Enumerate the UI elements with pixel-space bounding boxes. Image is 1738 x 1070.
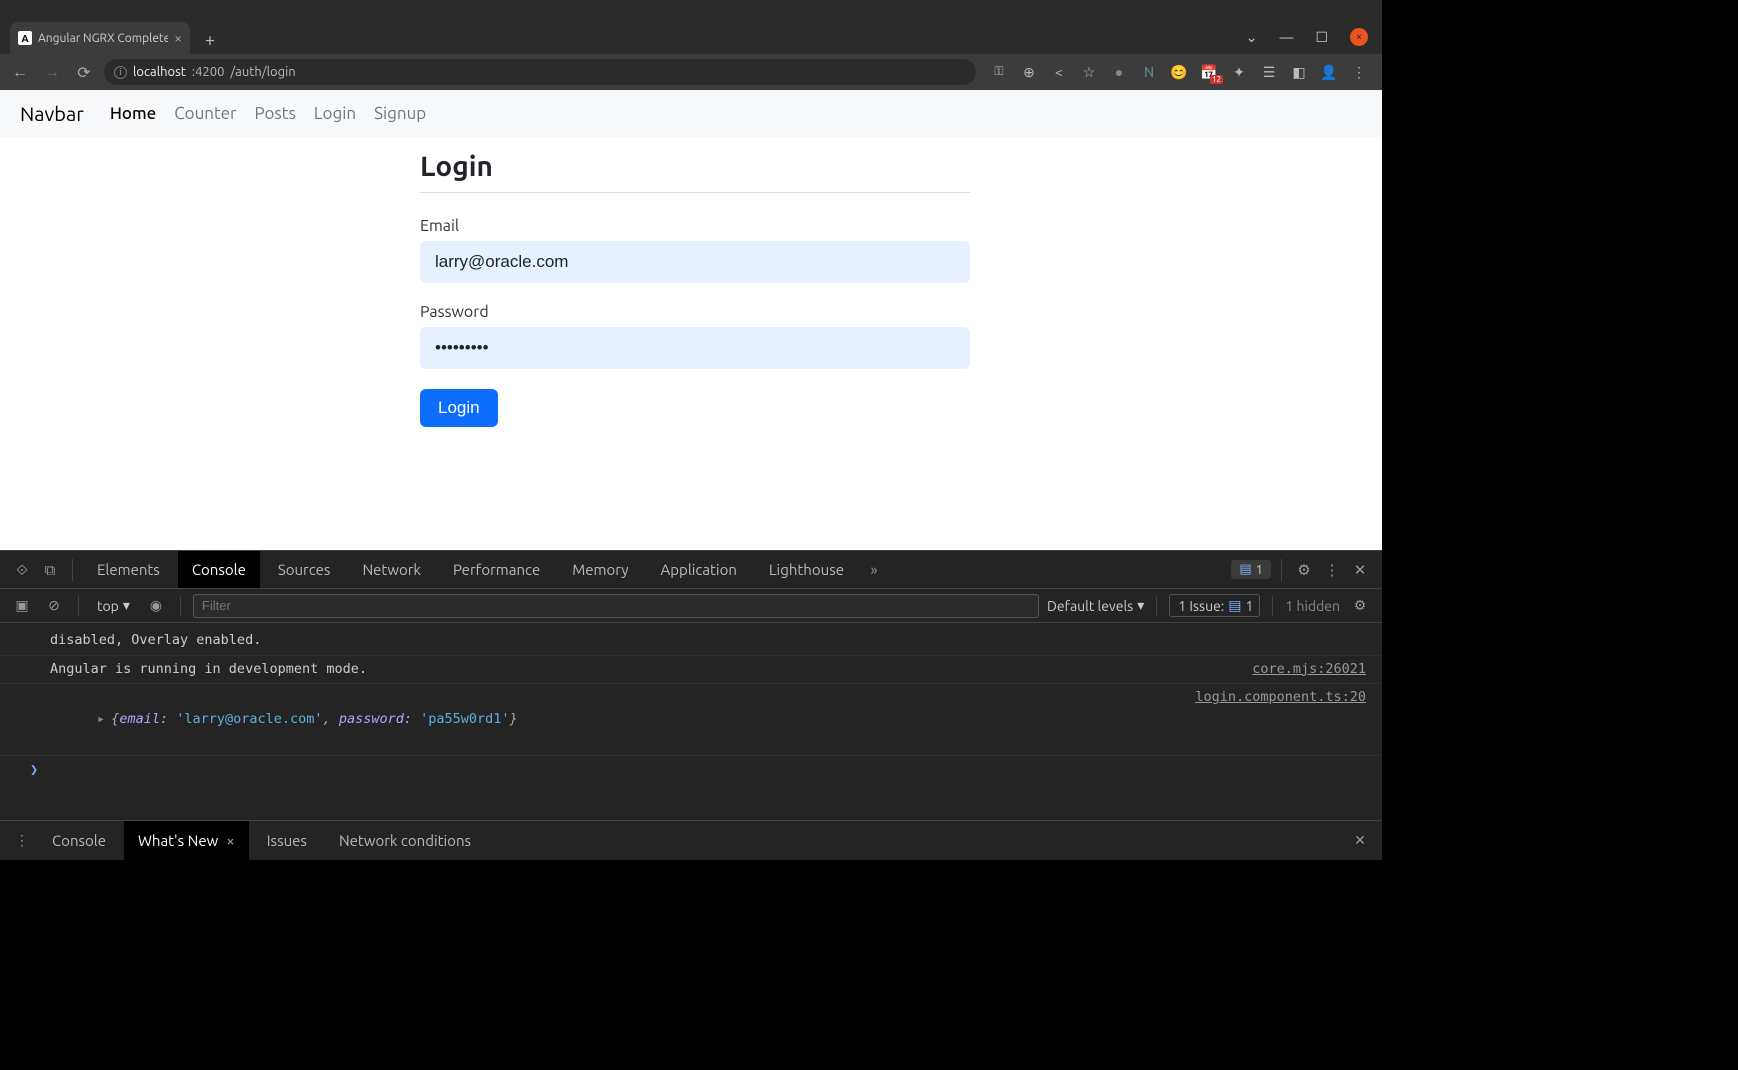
kebab-icon[interactable]: ⋮ <box>1320 561 1344 579</box>
extension-icon[interactable]: N <box>1140 64 1158 80</box>
browser-tab[interactable]: A Angular NGRX Complete × <box>10 22 190 54</box>
app-navbar: Navbar Home Counter Posts Login Signup <box>0 90 1382 137</box>
minimize-icon[interactable]: — <box>1279 29 1293 45</box>
nav-link-login[interactable]: Login <box>314 104 356 123</box>
tab-lighthouse[interactable]: Lighthouse <box>755 551 858 588</box>
new-tab-button[interactable]: + <box>196 26 224 54</box>
window-close-icon[interactable]: × <box>1350 28 1368 46</box>
log-levels-selector[interactable]: Default levels ▾ <box>1047 597 1144 614</box>
more-tabs-icon[interactable]: » <box>862 561 886 578</box>
chevron-down-icon: ▾ <box>123 597 130 614</box>
gear-icon[interactable]: ⚙ <box>1348 597 1372 614</box>
email-label: Email <box>420 217 970 235</box>
devtools-tablist: ⟐ ⧉ Elements Console Sources Network Per… <box>0 551 1382 589</box>
nav-link-posts[interactable]: Posts <box>254 104 295 123</box>
reading-list-icon[interactable]: ☰ <box>1260 64 1278 81</box>
key-icon[interactable]: ⚿ <box>990 65 1008 79</box>
page-viewport: Navbar Home Counter Posts Login Signup L… <box>0 90 1382 550</box>
toolbar-icons: ⚿ ⊕ < ☆ ● N 😊 📅 ✦ ☰ ◧ 👤 ⋮ <box>984 64 1374 81</box>
drawer-tab-issues[interactable]: Issues <box>253 821 321 860</box>
log-source-link[interactable]: core.mjs:26021 <box>1252 659 1366 681</box>
nav-link-counter[interactable]: Counter <box>174 104 236 123</box>
share-icon[interactable]: < <box>1050 64 1068 80</box>
nav-link-home[interactable]: Home <box>110 104 156 123</box>
tab-strip: A Angular NGRX Complete × + <box>0 20 1382 54</box>
issues-pill[interactable]: ▤1 <box>1231 560 1271 579</box>
url-port: :4200 <box>192 65 225 79</box>
drawer-close-icon[interactable]: ✕ <box>1348 832 1372 849</box>
extensions-icon[interactable]: ✦ <box>1230 64 1248 81</box>
forward-button[interactable]: → <box>40 63 64 82</box>
url-path: /auth/login <box>230 65 295 79</box>
drawer-tab-network-conditions[interactable]: Network conditions <box>325 821 485 860</box>
zoom-icon[interactable]: ⊕ <box>1020 64 1038 81</box>
login-form: Login Email Password Login <box>420 151 970 427</box>
chevron-down-icon[interactable]: ⌄ <box>1246 29 1258 46</box>
drawer-tab-console[interactable]: Console <box>38 821 120 860</box>
tab-close-icon[interactable]: × <box>174 30 182 46</box>
tab-network[interactable]: Network <box>348 551 435 588</box>
chevron-down-icon: ▾ <box>1137 597 1144 614</box>
nav-link-signup[interactable]: Signup <box>374 104 426 123</box>
side-panel-icon[interactable]: ◧ <box>1290 64 1308 81</box>
devtools-drawer: ⋮ Console What's New× Issues Network con… <box>0 820 1382 860</box>
devtools-panel: ⟐ ⧉ Elements Console Sources Network Per… <box>0 550 1382 860</box>
eye-icon[interactable]: ◉ <box>144 597 168 614</box>
tab-favicon: A <box>18 31 32 45</box>
bookmark-icon[interactable]: ☆ <box>1080 64 1098 81</box>
back-button[interactable]: ← <box>8 63 32 82</box>
console-output: disabled, Overlay enabled. Angular is ru… <box>0 623 1382 820</box>
tab-sources[interactable]: Sources <box>264 551 345 588</box>
reload-button[interactable]: ⟳ <box>72 63 96 82</box>
sidebar-toggle-icon[interactable]: ▣ <box>10 597 34 614</box>
log-entry: ▸{email: 'larry@oracle.com', password: '… <box>0 684 1382 756</box>
context-selector[interactable]: top ▾ <box>91 595 136 616</box>
email-field[interactable] <box>420 241 970 283</box>
inspect-icon[interactable]: ⟐ <box>10 561 34 579</box>
extension-icon[interactable]: 😊 <box>1170 64 1188 81</box>
device-toggle-icon[interactable]: ⧉ <box>38 561 62 579</box>
close-icon[interactable]: × <box>226 832 234 849</box>
issues-button[interactable]: 1 Issue: ▤1 <box>1169 594 1260 617</box>
url-omnibox[interactable]: i localhost :4200/auth/login <box>104 59 976 85</box>
menu-icon[interactable]: ⋮ <box>1350 64 1368 81</box>
url-host: localhost <box>133 65 186 79</box>
log-entry: disabled, Overlay enabled. <box>0 627 1382 656</box>
navbar-brand[interactable]: Navbar <box>20 102 84 125</box>
log-entry: Angular is running in development mode. … <box>0 656 1382 685</box>
devtools-close-icon[interactable]: ✕ <box>1348 561 1372 579</box>
console-toolbar: ▣ ⊘ top ▾ ◉ Default levels ▾ 1 Issue: ▤1… <box>0 589 1382 623</box>
tab-console[interactable]: Console <box>178 551 260 588</box>
kebab-icon[interactable]: ⋮ <box>10 832 34 849</box>
extension-icon[interactable]: 📅 <box>1200 64 1218 81</box>
console-prompt[interactable]: ❯ <box>0 756 1382 784</box>
extension-icon[interactable]: ● <box>1110 64 1128 80</box>
page-title: Login <box>420 151 970 182</box>
drawer-tab-whatsnew[interactable]: What's New× <box>124 821 249 860</box>
log-source-link[interactable]: login.component.ts:20 <box>1195 687 1366 752</box>
site-info-icon[interactable]: i <box>114 66 127 79</box>
console-filter-input[interactable] <box>193 594 1039 618</box>
password-field[interactable] <box>420 327 970 369</box>
maximize-icon[interactable]: ☐ <box>1315 29 1328 46</box>
tab-performance[interactable]: Performance <box>439 551 554 588</box>
profile-icon[interactable]: 👤 <box>1320 64 1338 81</box>
hidden-count: 1 hidden <box>1285 598 1340 614</box>
settings-icon[interactable]: ⚙ <box>1292 561 1316 579</box>
tab-title: Angular NGRX Complete <box>38 32 168 45</box>
clear-console-icon[interactable]: ⊘ <box>42 597 66 614</box>
password-label: Password <box>420 303 970 321</box>
address-bar: ← → ⟳ i localhost :4200/auth/login ⚿ ⊕ < … <box>0 54 1382 90</box>
expand-arrow-icon[interactable]: ▸ <box>97 711 105 727</box>
tab-application[interactable]: Application <box>647 551 751 588</box>
tab-elements[interactable]: Elements <box>83 551 174 588</box>
tab-memory[interactable]: Memory <box>558 551 642 588</box>
login-button[interactable]: Login <box>420 389 498 427</box>
